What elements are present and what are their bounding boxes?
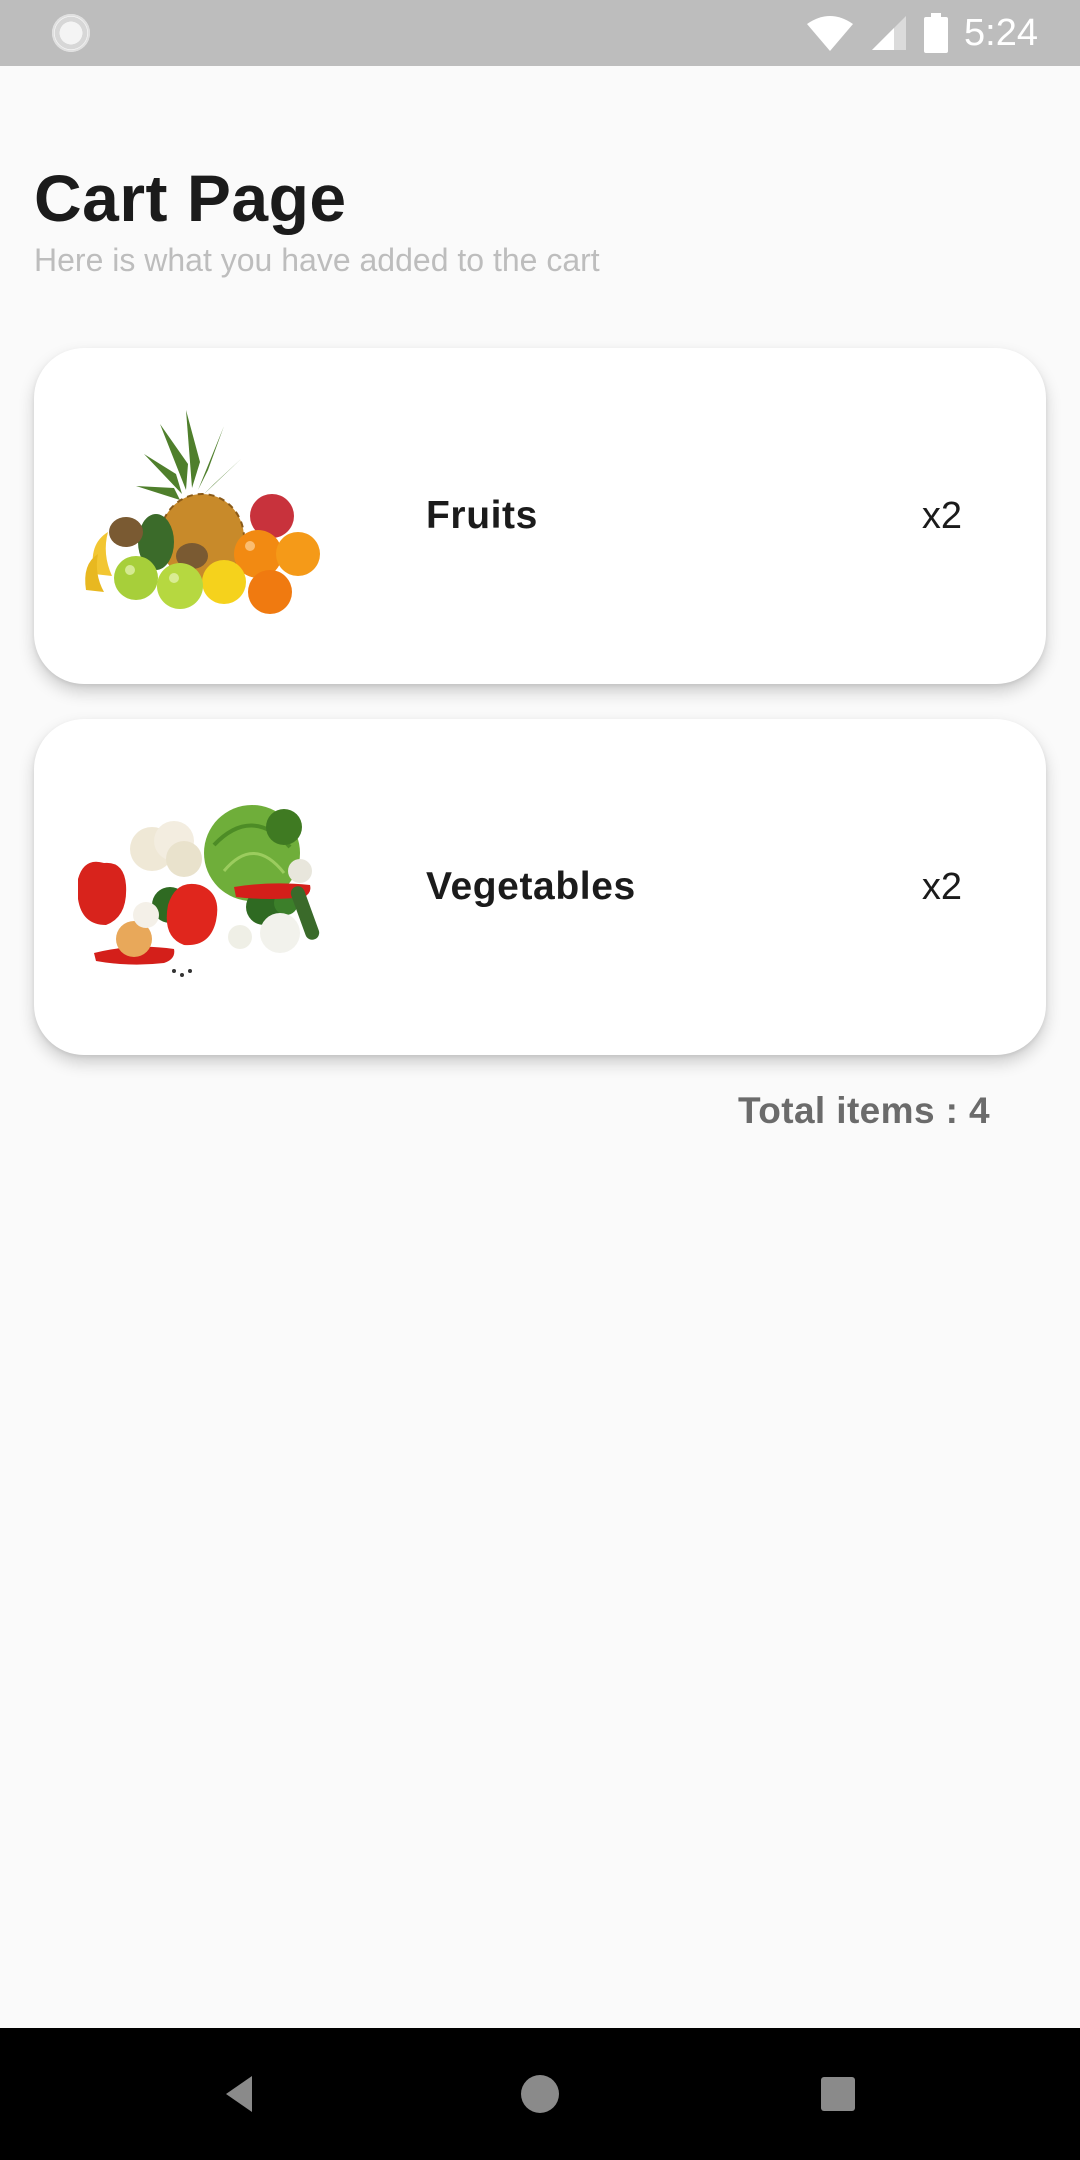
home-icon[interactable] — [516, 2070, 564, 2118]
vegetables-image — [64, 775, 354, 999]
page-title: Cart Page — [34, 161, 347, 235]
status-time: 5:24 — [964, 12, 1038, 54]
fruits-image — [64, 404, 354, 628]
recents-icon[interactable] — [814, 2070, 862, 2118]
item-name: Fruits — [426, 494, 538, 537]
cart-item-card[interactable]: Vegetables x2 — [34, 719, 1046, 1055]
item-quantity: x2 — [921, 866, 962, 908]
total-items: Total items : 4 — [737, 1090, 990, 1131]
wifi-icon — [806, 14, 854, 52]
item-name: Vegetables — [426, 865, 636, 908]
battery-icon — [924, 13, 949, 53]
cart-item-card[interactable]: Fruits x2 — [34, 348, 1046, 684]
status-icons: 5:24 — [806, 0, 1038, 66]
back-icon[interactable] — [218, 2070, 266, 2118]
signal-icon — [870, 14, 908, 52]
item-quantity: x2 — [921, 495, 962, 537]
notification-icon — [52, 14, 90, 52]
navigation-bar — [0, 2028, 1080, 2160]
status-bar: 5:24 — [0, 0, 1080, 66]
cart-list: Fruits x2 Vegetables x2 — [34, 348, 1046, 1090]
page-subtitle: Here is what you have added to the cart — [34, 242, 600, 278]
